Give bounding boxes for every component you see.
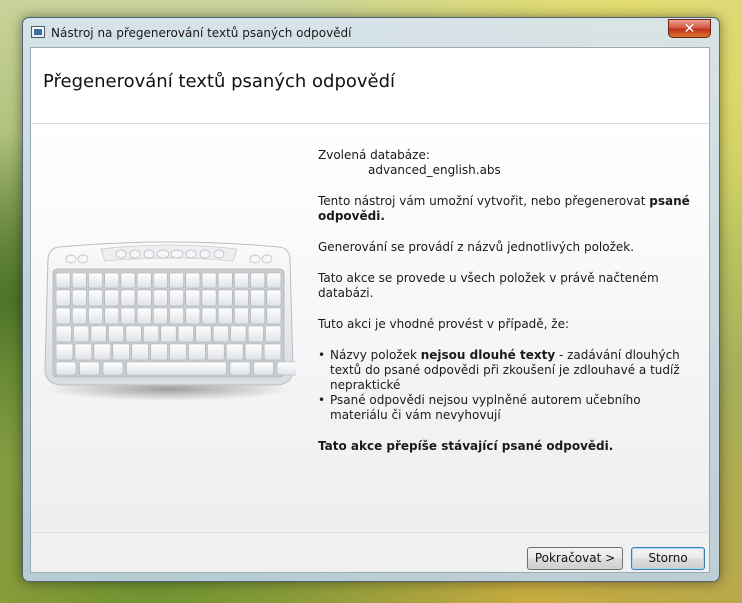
bullet-item: • Názvy položek nejsou dlouhé texty - za… — [318, 348, 693, 393]
bullet-glyph: • — [318, 348, 326, 362]
database-label: Zvolená databáze: — [318, 148, 430, 162]
page-title: Přegenerování textů psaných odpovědí — [43, 71, 396, 92]
intro-paragraph: Tento nástroj vám umožní vytvořit, nebo … — [318, 194, 693, 224]
content-area: Zvolená databáze: advanced_english.abs T… — [31, 124, 709, 532]
description-text: Zvolená databáze: advanced_english.abs T… — [318, 148, 693, 454]
generation-paragraph: Generování se provádí z názvů jednotlivý… — [318, 240, 635, 254]
close-button[interactable]: ✕ — [668, 19, 711, 38]
intro-text: Tento nástroj vám umožní vytvořit, nebo … — [318, 194, 650, 208]
dialog-client: Přegenerování textů psaných odpovědí Zvo… — [30, 47, 710, 573]
dialog-window: Nástroj na přegenerování textů psaných o… — [22, 17, 720, 582]
cancel-button[interactable]: Storno — [631, 547, 705, 570]
window-title: Nástroj na přegenerování textů psaných o… — [51, 26, 352, 40]
bullet-item: • Psané odpovědi nejsou vyplněné autorem… — [318, 393, 693, 423]
header-band: Přegenerování textů psaných odpovědí — [31, 48, 709, 124]
database-name: advanced_english.abs — [368, 163, 501, 177]
bullet1-bold: nejsou dlouhé texty — [420, 348, 556, 362]
continue-button[interactable]: Pokračovat > — [527, 547, 623, 570]
bullet2-text: Psané odpovědi nejsou vyplněné autorem u… — [330, 393, 641, 422]
button-bar: Pokračovat > Storno — [31, 532, 709, 572]
scope-paragraph: Tato akce se provede u všech položek v p… — [318, 271, 659, 300]
app-icon — [31, 26, 45, 38]
title-bar[interactable]: Nástroj na přegenerování textů psaných o… — [23, 18, 719, 47]
bullet-glyph: • — [318, 393, 326, 407]
warning-text: Tato akce přepíše stávající psané odpově… — [318, 439, 614, 453]
when-paragraph: Tuto akci je vhodné provést v případě, ž… — [318, 317, 570, 331]
bullet1-prefix: Názvy položek — [330, 348, 421, 362]
keyboard-icon — [41, 239, 298, 404]
